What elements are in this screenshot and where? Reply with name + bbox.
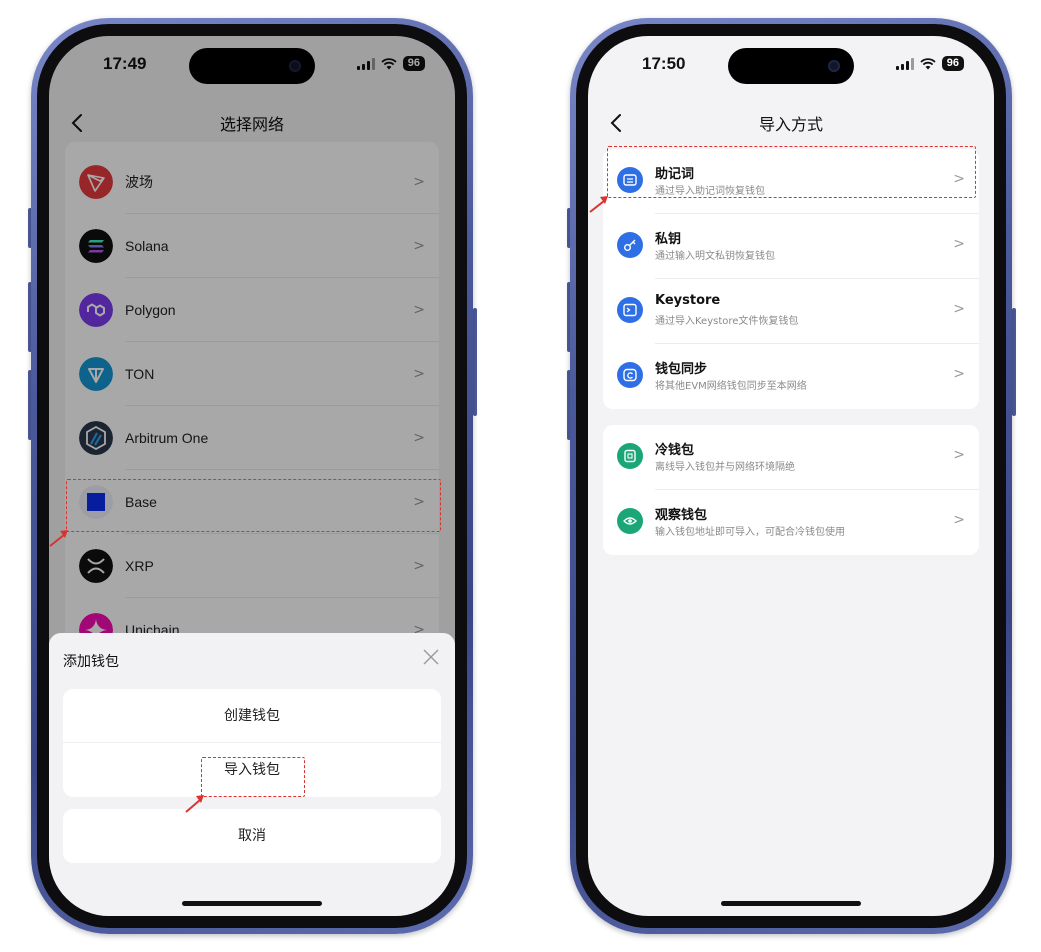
- method-title: 助记词: [655, 167, 695, 182]
- method-subtitle: 通过导入助记词恢复钱包: [655, 186, 765, 197]
- phone-right: 17:50 96 导入方式 助记词 通过导入助记词恢复钱包 > 私钥 通过输入明…: [570, 18, 1012, 934]
- screen-select-network: 17:49 96 选择网络 波场 > Solana > Polygon > TO…: [49, 36, 455, 916]
- method-item-private-key[interactable]: 私钥 通过输入明文私钥恢复钱包 >: [603, 214, 979, 279]
- power-button: [473, 308, 477, 416]
- sheet-title: 添加钱包: [63, 654, 119, 670]
- add-wallet-sheet: 添加钱包 创建钱包 导入钱包 取消: [49, 633, 455, 916]
- close-icon[interactable]: [421, 647, 441, 667]
- phone-left: 17:49 96 选择网络 波场 > Solana > Polygon > TO…: [31, 18, 473, 934]
- phone-bezel: 17:49 96 选择网络 波场 > Solana > Polygon > TO…: [37, 24, 467, 928]
- import-methods-card: 助记词 通过导入助记词恢复钱包 > 私钥 通过输入明文私钥恢复钱包 > Keys…: [603, 149, 979, 409]
- method-subtitle: 将其他EVM网络钱包同步至本网络: [655, 381, 807, 392]
- mnemonic-icon: [617, 167, 643, 193]
- chevron-right-icon: >: [953, 236, 965, 252]
- import-wallet-button[interactable]: 导入钱包: [63, 743, 441, 797]
- method-item-keystore[interactable]: Keystore 通过导入Keystore文件恢复钱包 >: [603, 279, 979, 344]
- keystore-icon: [617, 297, 643, 323]
- cold-wallet-icon: [617, 443, 643, 469]
- phone-bezel: 17:50 96 导入方式 助记词 通过导入助记词恢复钱包 > 私钥 通过输入明…: [576, 24, 1006, 928]
- method-subtitle: 离线导入钱包并与网络环境隔绝: [655, 462, 795, 473]
- method-item-cold-wallet[interactable]: 冷钱包 离线导入钱包并与网络环境隔绝 >: [603, 425, 979, 490]
- method-subtitle: 输入钱包地址即可导入，可配合冷钱包使用: [655, 527, 845, 538]
- status-time: 17:50: [642, 54, 686, 73]
- page-title: 导入方式: [758, 115, 823, 134]
- signal-icon: [895, 57, 914, 70]
- pointer-arrow-icon: [49, 530, 68, 547]
- pointer-arrow-icon: [185, 795, 204, 813]
- cancel-button[interactable]: 取消: [63, 809, 441, 863]
- chevron-right-icon: >: [953, 171, 965, 187]
- screen-import-method: 17:50 96 导入方式 助记词 通过导入助记词恢复钱包 > 私钥 通过输入明…: [588, 36, 994, 916]
- method-title: 私钥: [655, 232, 682, 247]
- method-item-watch-wallet[interactable]: 观察钱包 输入钱包地址即可导入，可配合冷钱包使用 >: [603, 490, 979, 555]
- dynamic-island: [728, 48, 854, 84]
- method-subtitle: 通过导入Keystore文件恢复钱包: [655, 316, 799, 327]
- other-methods-card: 冷钱包 离线导入钱包并与网络环境隔绝 > 观察钱包 输入钱包地址即可导入，可配合…: [603, 425, 979, 555]
- eye-icon: [617, 508, 643, 534]
- method-subtitle: 通过输入明文私钥恢复钱包: [655, 251, 775, 262]
- status-icons: 96: [895, 56, 964, 71]
- create-wallet-button[interactable]: 创建钱包: [63, 689, 441, 743]
- sync-icon: [617, 362, 643, 388]
- chevron-right-icon: >: [953, 447, 965, 463]
- method-title: Keystore: [655, 293, 721, 308]
- pointer-arrow-icon: [589, 196, 608, 213]
- method-item-mnemonic[interactable]: 助记词 通过导入助记词恢复钱包 >: [603, 149, 979, 214]
- method-title: 冷钱包: [655, 443, 695, 458]
- method-item-wallet-sync[interactable]: 钱包同步 将其他EVM网络钱包同步至本网络 >: [603, 344, 979, 409]
- home-indicator: [182, 901, 322, 906]
- method-title: 观察钱包: [655, 508, 708, 523]
- battery-icon: 96: [941, 56, 964, 71]
- nav-bar: 导入方式: [588, 100, 994, 144]
- chevron-right-icon: >: [953, 512, 965, 528]
- sheet-options: 创建钱包 导入钱包: [63, 689, 441, 797]
- home-indicator: [721, 901, 861, 906]
- chevron-right-icon: >: [953, 366, 965, 382]
- method-title: 钱包同步: [655, 362, 708, 377]
- power-button: [1012, 308, 1016, 416]
- wifi-icon: [920, 57, 936, 69]
- key-icon: [617, 232, 643, 258]
- chevron-right-icon: >: [953, 301, 965, 317]
